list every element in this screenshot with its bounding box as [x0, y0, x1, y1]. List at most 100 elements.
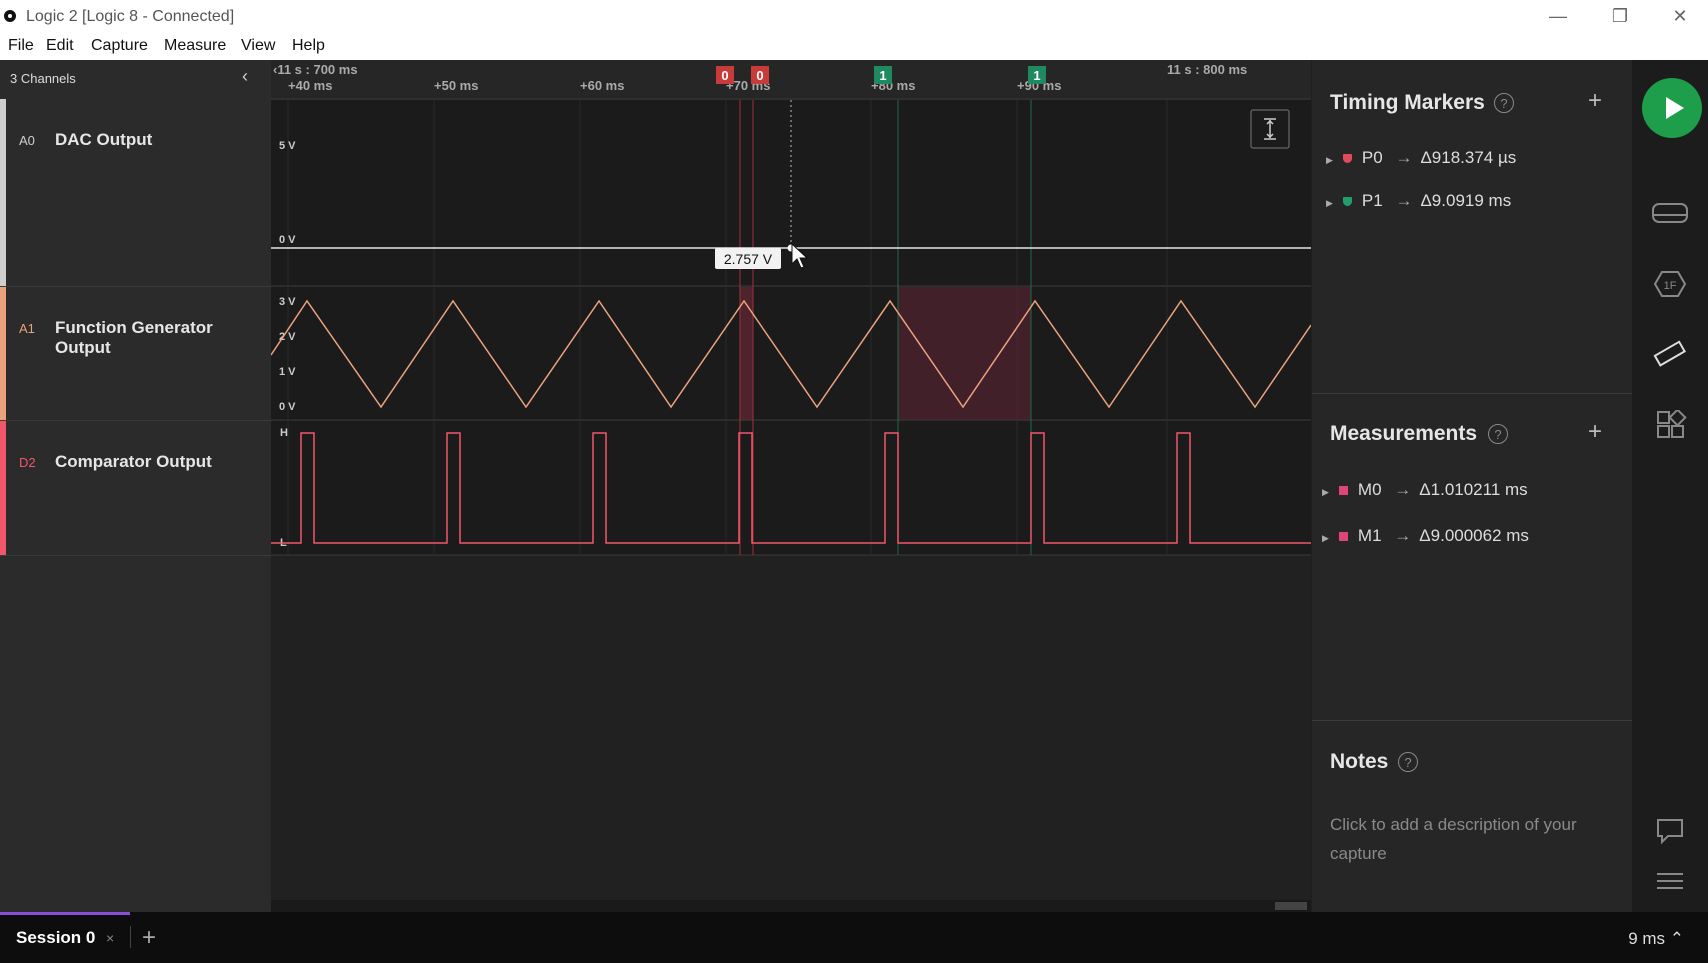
measurement-value: Δ1.010211 ms	[1419, 480, 1528, 499]
menu-bar: File Edit Capture Measure View Help	[0, 34, 1708, 60]
marker-flag-label: 1	[879, 68, 886, 83]
arrow-icon: →	[1395, 191, 1413, 210]
start-capture-button[interactable]	[1642, 78, 1702, 138]
menu-view[interactable]: View	[241, 37, 275, 55]
time-ruler[interactable]	[271, 60, 1311, 99]
menu-edit[interactable]: Edit	[46, 37, 74, 55]
scrollbar-thumb[interactable]	[1275, 902, 1307, 910]
channel-name: DAC Output	[55, 130, 153, 149]
timing-markers-title: Timing Markers	[1330, 91, 1485, 114]
waveform-canvas[interactable]: ‹11 s : 700 ms 11 s : 800 ms +40 ms +50 …	[271, 60, 1311, 912]
a0-plot-bg	[271, 100, 1311, 286]
measurement-color-icon	[1338, 532, 1348, 541]
timing-marker-row-p1[interactable]: ▶ P1 → Δ9.0919 ms	[1326, 191, 1511, 211]
a1-axis-label: 1 V	[279, 366, 296, 378]
m1-highlight	[898, 287, 1031, 420]
restore-button[interactable]: ❐	[1600, 6, 1640, 27]
a1-axis-label: 3 V	[279, 296, 296, 308]
menu-measure[interactable]: Measure	[164, 37, 226, 55]
measurement-row-m1[interactable]: ▶ M1 → Δ9.000062 ms	[1322, 526, 1529, 546]
channel-sidebar: 3 Channels ‹ A0 DAC Output A1 Function G…	[0, 60, 271, 912]
menu-file[interactable]: File	[8, 37, 34, 55]
section-divider	[1312, 393, 1632, 394]
notes-input[interactable]: Click to add a description of your captu…	[1330, 810, 1620, 868]
section-divider	[1312, 720, 1632, 721]
channel-name: Comparator Output	[55, 452, 212, 471]
new-session-button[interactable]: +	[142, 924, 156, 952]
a1-plot-bg	[271, 287, 1311, 420]
close-tab-icon[interactable]: ×	[106, 930, 114, 946]
expand-icon[interactable]: ▶	[1322, 487, 1329, 498]
channel-a0[interactable]: A0 DAC Output	[0, 99, 271, 287]
expand-icon[interactable]: ▶	[1322, 533, 1329, 544]
arrow-icon: →	[1395, 148, 1413, 167]
zoom-level-selector[interactable]: 9 ms ⌃	[1628, 929, 1684, 949]
marker-flag-label: 0	[756, 68, 763, 83]
measurement-row-m0[interactable]: ▶ M0 → Δ1.010211 ms	[1322, 480, 1528, 500]
timing-markers-help-icon[interactable]: ?	[1494, 93, 1514, 113]
menu-icon[interactable]	[1650, 866, 1690, 902]
marker-value: Δ918.374 µs	[1420, 148, 1517, 167]
measurement-name: M1	[1357, 526, 1382, 545]
session-tab[interactable]: Session 0 ×	[0, 912, 130, 963]
menu-help[interactable]: Help	[292, 37, 325, 55]
expand-icon[interactable]: ▶	[1326, 155, 1333, 166]
close-button[interactable]: ✕	[1660, 6, 1700, 27]
measurements-help-icon[interactable]: ?	[1488, 424, 1508, 444]
channel-count: 3 Channels	[10, 71, 76, 86]
collapse-sidebar-icon[interactable]: ‹	[242, 66, 248, 87]
marker-color-icon	[1342, 154, 1352, 163]
channel-d2[interactable]: D2 Comparator Output	[0, 421, 271, 556]
extensions-icon[interactable]	[1650, 408, 1690, 446]
svg-text:1F: 1F	[1664, 280, 1677, 292]
active-tab-indicator	[0, 912, 130, 915]
window-title: Logic 2 [Logic 8 - Connected]	[26, 8, 235, 25]
marker-flag-label: 0	[721, 68, 728, 83]
a0-axis-label: 0 V	[279, 234, 296, 246]
marker-flag-label: 1	[1033, 68, 1040, 83]
arrow-icon: →	[1394, 526, 1412, 545]
marker-value: Δ9.0919 ms	[1420, 191, 1512, 210]
ruler-tick-label: +40 ms	[288, 78, 332, 93]
channel-a1[interactable]: A1 Function Generator Output	[0, 287, 271, 421]
channel-color-bar	[0, 421, 6, 555]
d2-plot-bg	[271, 421, 1311, 555]
channel-id: A1	[19, 321, 35, 336]
add-measurement-button[interactable]: +	[1588, 418, 1602, 446]
add-timing-marker-button[interactable]: +	[1588, 87, 1602, 115]
marker-name: P1	[1361, 191, 1383, 210]
measurement-value: Δ9.000062 ms	[1419, 526, 1529, 545]
right-panel: Timing Markers ? + ▶ P0 → Δ918.374 µs ▶ P1 …	[1312, 60, 1632, 912]
analyzers-icon[interactable]: 1F	[1650, 269, 1690, 305]
ruler-start-label: ‹11 s : 700 ms	[273, 62, 358, 77]
channel-name: Function Generator Output	[55, 318, 213, 357]
timing-marker-row-p0[interactable]: ▶ P0 → Δ918.374 µs	[1326, 148, 1516, 168]
expand-icon[interactable]: ▶	[1326, 198, 1333, 209]
ruler-end-label: 11 s : 800 ms	[1167, 62, 1247, 77]
horizontal-scrollbar[interactable]	[271, 900, 1311, 912]
a1-axis-label: 2 V	[279, 331, 296, 343]
voltage-tooltip-text: 2.757 V	[724, 251, 773, 267]
measurements-title: Measurements	[1330, 422, 1478, 445]
marker-name: P0	[1361, 148, 1383, 167]
a1-axis-label: 0 V	[279, 401, 296, 413]
title-bar: Logic 2 [Logic 8 - Connected] — ❐ ✕	[0, 0, 1708, 34]
measurement-color-icon	[1338, 486, 1348, 495]
session-tab-label: Session 0	[16, 928, 96, 947]
session-bar: Session 0 × + 9 ms ⌃	[0, 912, 1708, 963]
waveform-area[interactable]: ‹11 s : 700 ms 11 s : 800 ms +40 ms +50 …	[271, 60, 1311, 912]
ruler-tick-label: +60 ms	[580, 78, 624, 93]
notes-help-icon[interactable]: ?	[1398, 752, 1418, 772]
minimize-button[interactable]: —	[1538, 6, 1578, 27]
icon-rail: 1F	[1632, 60, 1708, 912]
feedback-icon[interactable]	[1650, 816, 1690, 852]
d2-high-label: H	[280, 427, 288, 439]
ruler-tick-label: +50 ms	[434, 78, 478, 93]
marker-color-icon	[1342, 197, 1352, 206]
measure-ruler-icon[interactable]	[1650, 339, 1690, 375]
menu-capture[interactable]: Capture	[91, 37, 148, 55]
channel-color-bar	[0, 99, 6, 286]
m0-highlight	[740, 287, 753, 420]
device-settings-icon[interactable]	[1650, 198, 1690, 234]
notes-title: Notes	[1330, 750, 1389, 773]
